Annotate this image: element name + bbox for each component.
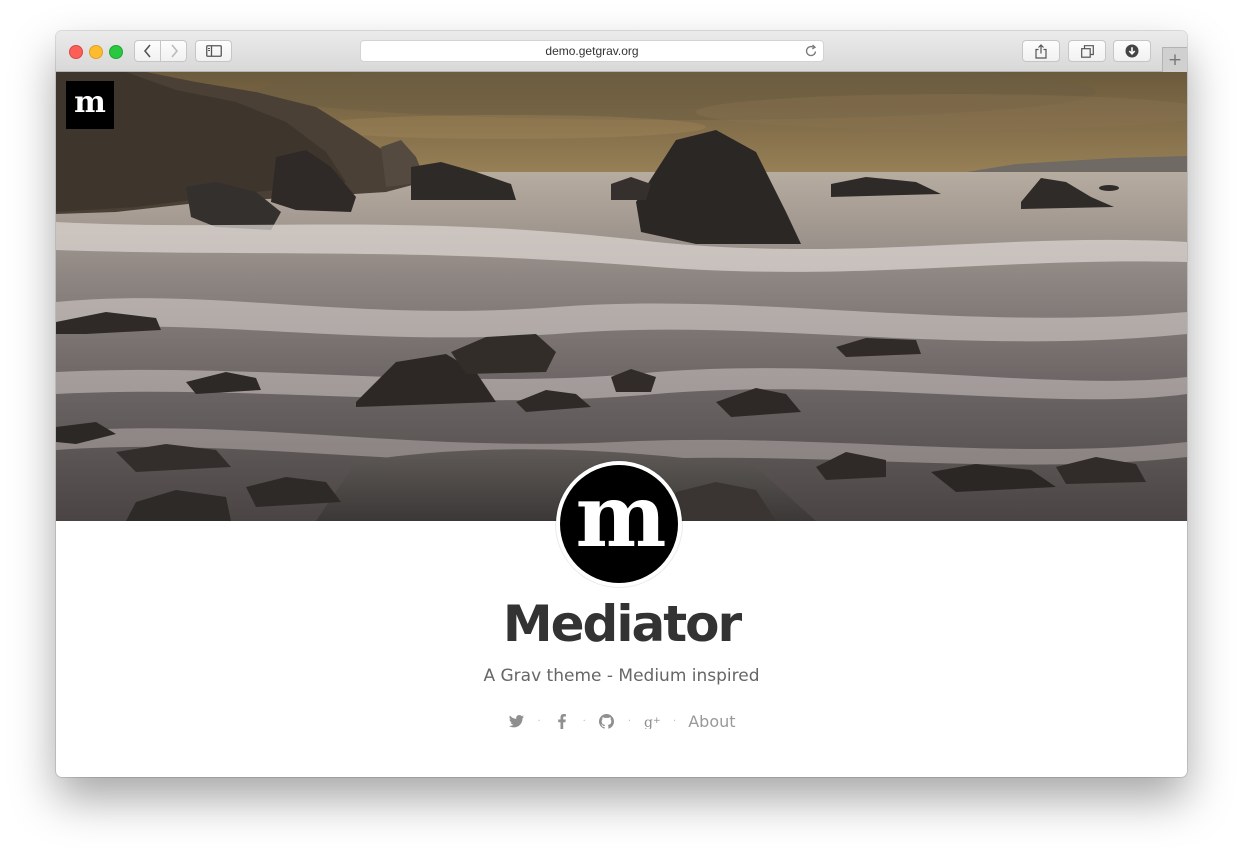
chevron-right-icon (170, 44, 178, 58)
close-window-button[interactable] (69, 45, 83, 59)
back-button[interactable] (134, 40, 161, 62)
about-link[interactable]: About (688, 712, 735, 731)
new-tab-button[interactable]: + (1162, 47, 1187, 72)
separator-dot: · (537, 715, 541, 727)
logo-letter: m (74, 85, 106, 120)
reload-icon[interactable] (805, 44, 818, 58)
svg-text:+: + (653, 716, 661, 726)
github-icon[interactable] (598, 711, 616, 731)
plus-icon: + (1167, 49, 1183, 70)
separator-dot: · (582, 715, 586, 727)
show-tabs-button[interactable] (1068, 40, 1106, 62)
separator-dot: · (673, 715, 677, 727)
google-plus-icon[interactable]: g + (643, 711, 661, 731)
site-subtitle: A Grav theme - Medium inspired (483, 666, 760, 686)
browser-window: demo.getgrav.org + m m Mediator A Grav t… (56, 31, 1187, 777)
facebook-icon[interactable] (553, 711, 571, 731)
seascape-image (56, 72, 1187, 521)
site-logo[interactable]: m (66, 81, 114, 129)
url-text: demo.getgrav.org (545, 44, 639, 58)
sidebar-icon (205, 45, 222, 57)
download-icon (1125, 44, 1139, 58)
address-bar[interactable]: demo.getgrav.org (360, 40, 824, 62)
share-icon (1035, 43, 1047, 59)
tabs-icon (1080, 44, 1094, 58)
separator-dot: · (627, 715, 632, 727)
downloads-button[interactable] (1113, 40, 1151, 62)
twitter-icon[interactable] (507, 711, 525, 731)
site-title: Mediator (502, 595, 742, 653)
share-button[interactable] (1022, 40, 1060, 62)
chevron-left-icon (143, 44, 151, 58)
minimize-window-button[interactable] (89, 45, 103, 59)
hero-header-image: m (56, 72, 1187, 521)
sidebar-toggle-button[interactable] (195, 40, 232, 62)
avatar-letter: m (560, 465, 678, 583)
svg-text:g: g (644, 715, 653, 729)
zoom-window-button[interactable] (109, 45, 123, 59)
browser-toolbar: demo.getgrav.org + (56, 31, 1187, 72)
social-links: · · · g + · About (56, 711, 1187, 731)
site-avatar: m (556, 461, 682, 587)
forward-button[interactable] (160, 40, 187, 62)
